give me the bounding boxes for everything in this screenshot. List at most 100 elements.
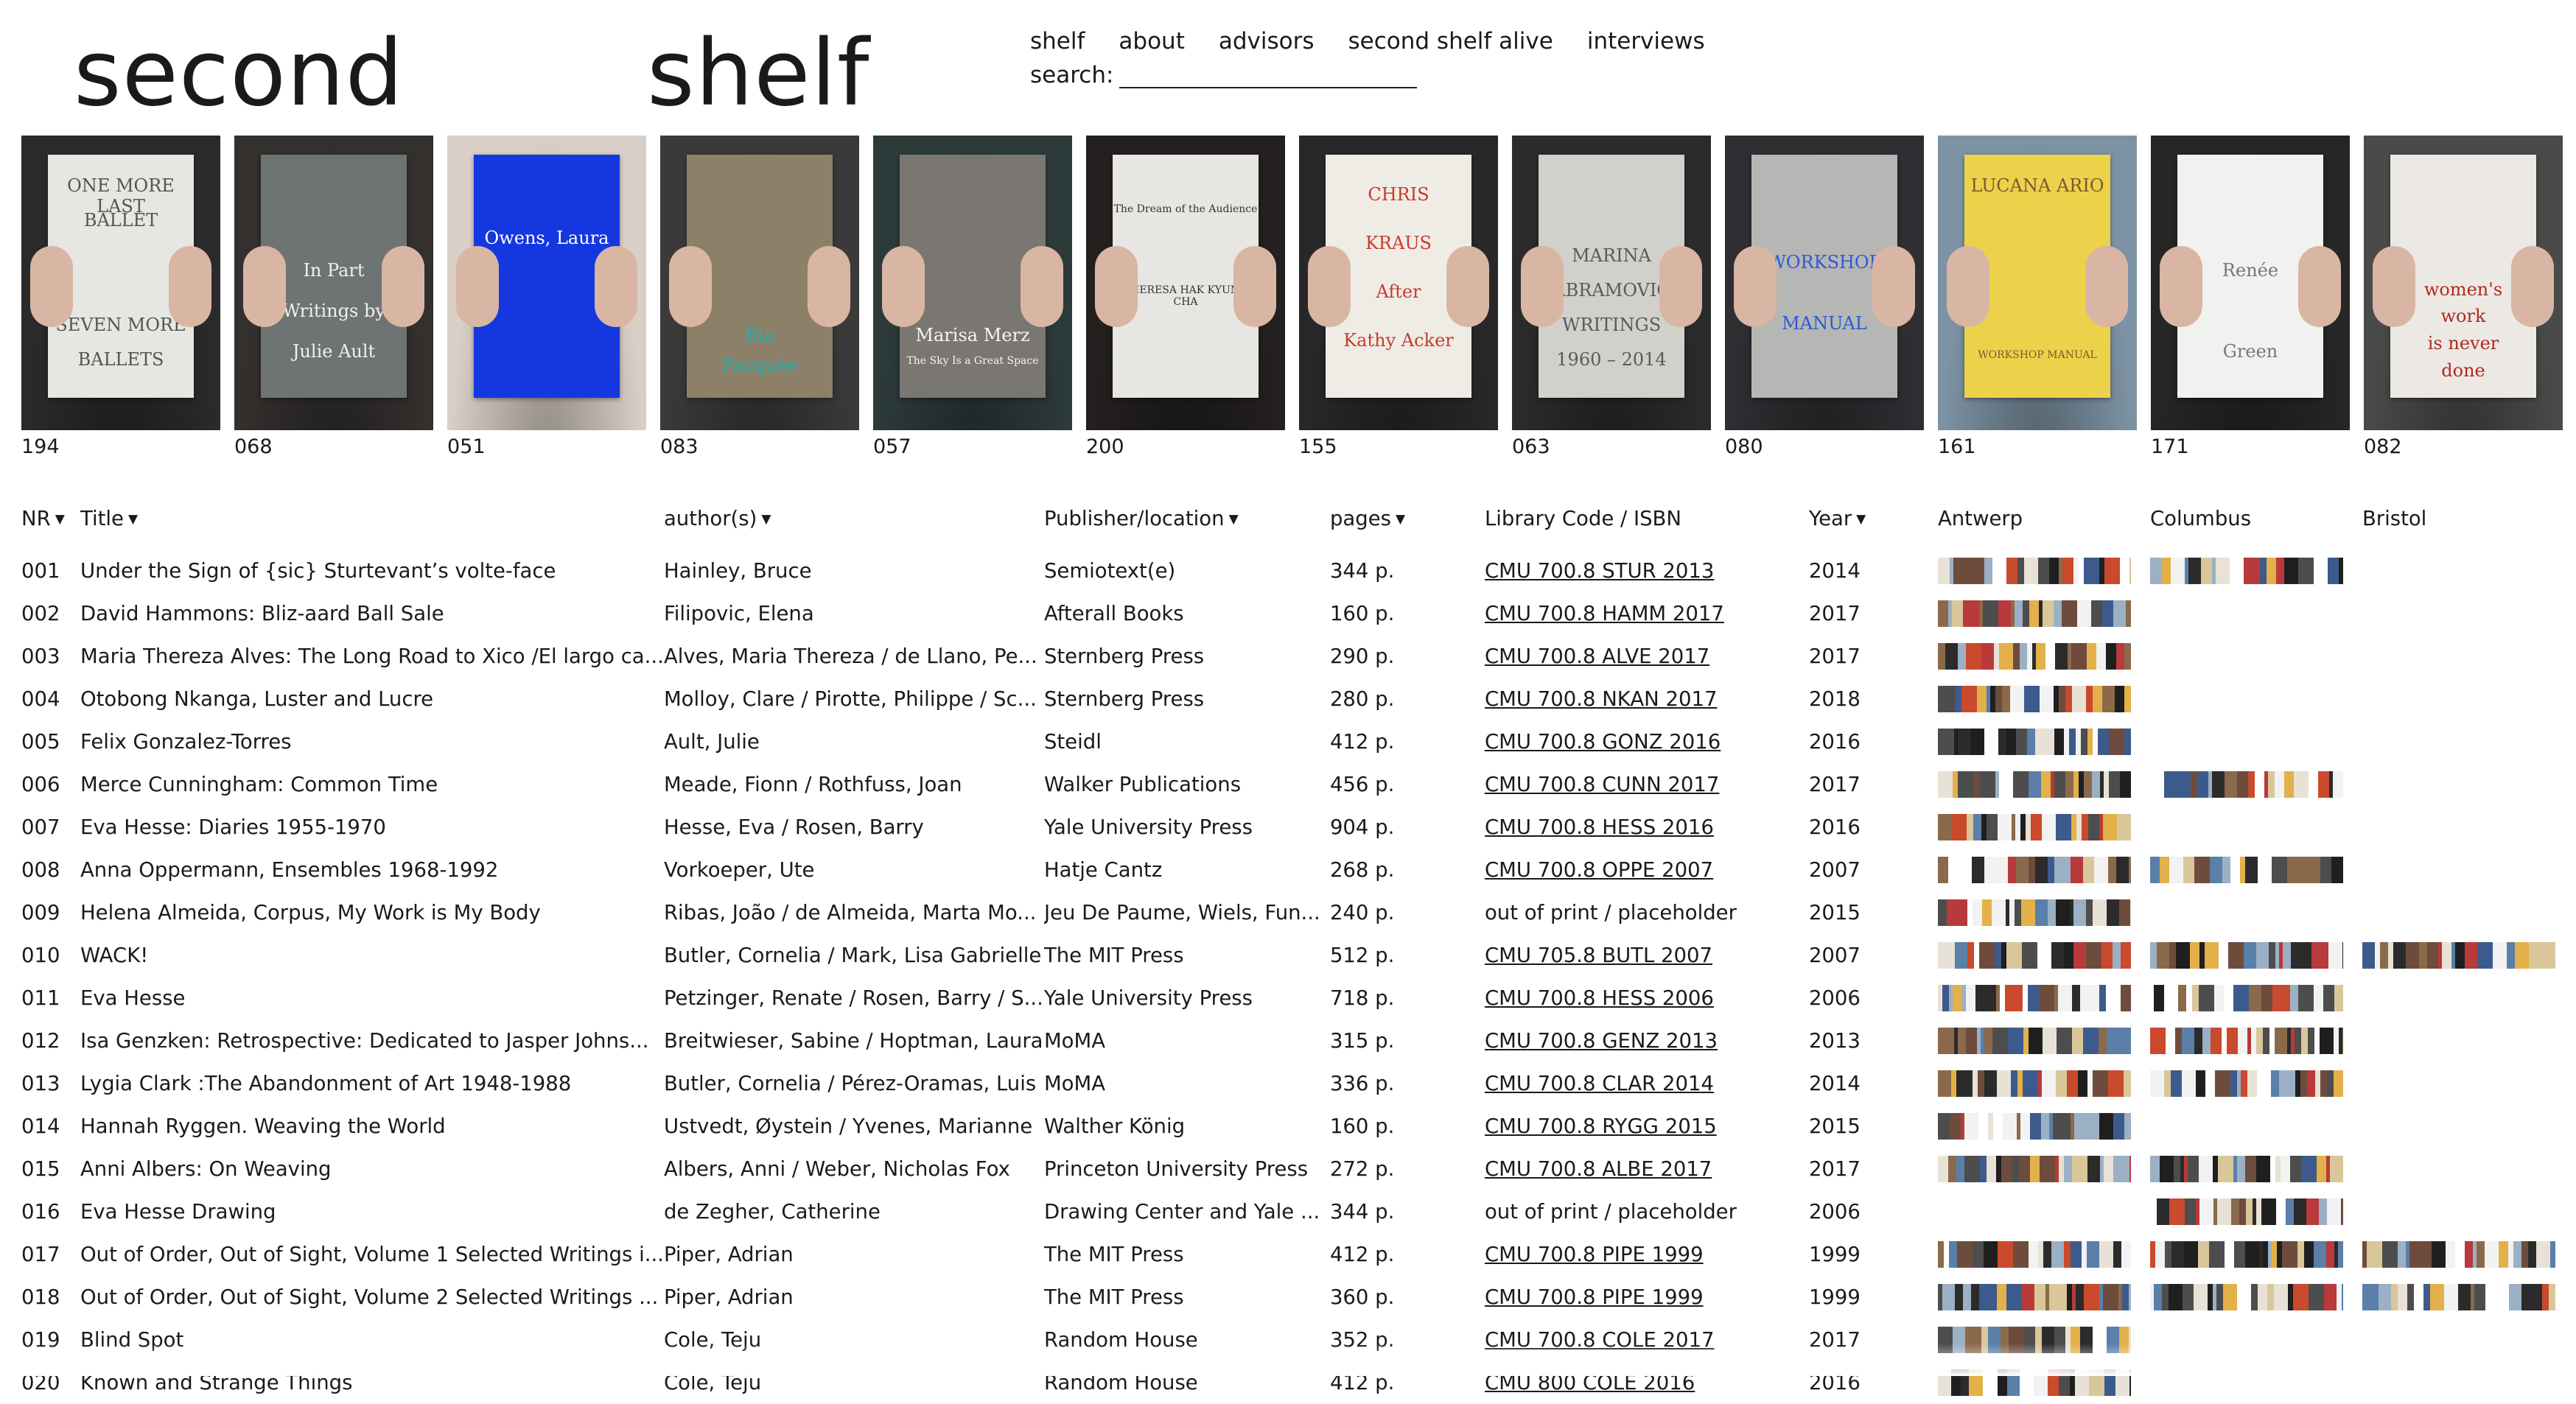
shelf-photo-antwerp[interactable] <box>1937 771 2131 798</box>
cell-title[interactable]: David Hammons: Bliz-aard Ball Sale <box>80 592 664 635</box>
shelf-photo-antwerp[interactable] <box>1937 643 2131 670</box>
cover-item[interactable]: CHRIS KRAUS After Kathy Acker 155 <box>1299 136 1498 459</box>
shelf-photo-columbus[interactable] <box>2149 1156 2343 1182</box>
cell-title[interactable]: Eva Hesse: Diaries 1955-1970 <box>80 806 664 849</box>
cell-title[interactable]: Helena Almeida, Corpus, My Work is My Bo… <box>80 891 664 934</box>
library-code-link[interactable]: CMU 700.8 HESS 2006 <box>1485 986 1714 1010</box>
table-row[interactable]: 010 WACK! Butler, Cornelia / Mark, Lisa Ga… <box>21 934 2561 977</box>
library-code-link[interactable]: CMU 700.8 CLAR 2014 <box>1485 1072 1714 1095</box>
shelf-photo-columbus[interactable] <box>2149 857 2343 883</box>
table-row[interactable]: 006 Merce Cunningham: Common Time Meade, F… <box>21 763 2561 806</box>
cover-photo[interactable]: CHRIS KRAUS After Kathy Acker <box>1299 136 1498 430</box>
shelf-photo-columbus[interactable] <box>2149 1241 2343 1268</box>
cover-item[interactable]: The Dream of the Audience THERESA HAK KYU… <box>1086 136 1285 459</box>
cell-title[interactable]: Anni Albers: On Weaving <box>80 1148 664 1190</box>
table-row[interactable]: 012 Isa Genzken: Retrospective: Dedicated… <box>21 1019 2561 1062</box>
shelf-photo-antwerp[interactable] <box>1937 1369 2131 1396</box>
col-header-library[interactable]: Library Code / ISBN <box>1485 498 1809 550</box>
col-header-title[interactable]: Title ▼ <box>80 498 664 550</box>
search-input[interactable] <box>1119 59 1418 88</box>
nav-advisors[interactable]: advisors <box>1219 28 1315 55</box>
shelf-photo-antwerp[interactable] <box>1937 729 2131 755</box>
shelf-photo-columbus[interactable] <box>2149 1284 2343 1310</box>
shelf-photo-antwerp[interactable] <box>1937 1284 2131 1310</box>
cover-item[interactable]: WORKSHOP MANUAL 080 <box>1725 136 1924 459</box>
table-row[interactable]: 013 Lygia Clark :The Abandonment of Art 1… <box>21 1062 2561 1105</box>
col-header-year[interactable]: Year ▼ <box>1809 498 1938 550</box>
shelf-photo-antwerp[interactable] <box>1937 985 2131 1011</box>
shelf-photo-antwerp[interactable] <box>1937 686 2131 712</box>
cell-title[interactable]: Anna Oppermann, Ensembles 1968-1992 <box>80 849 664 891</box>
cell-title[interactable]: Eva Hesse <box>80 977 664 1019</box>
shelf-photo-columbus[interactable] <box>2149 985 2343 1011</box>
cell-title[interactable]: Isa Genzken: Retrospective: Dedicated to… <box>80 1019 664 1062</box>
shelf-photo-antwerp[interactable] <box>1937 558 2131 584</box>
library-code-link[interactable]: CMU 700.8 OPPE 2007 <box>1485 858 1713 882</box>
cover-item[interactable]: ONE MORE LAST BALLET SEVEN MORE BALLETS 194 <box>21 136 220 459</box>
shelf-photo-bristol[interactable] <box>2362 1284 2555 1310</box>
cover-item[interactable]: Owens, Laura 051 <box>447 136 646 459</box>
cover-item[interactable]: In Part Writings by Julie Ault 068 <box>234 136 433 459</box>
table-row[interactable]: 004 Otobong Nkanga, Luster and Lucre Mollo… <box>21 678 2561 720</box>
cover-item[interactable]: MARINA ABRAMOVIĆ WRITINGS 1960 – 2014 063 <box>1512 136 1711 459</box>
cover-photo[interactable]: ONE MORE LAST BALLET SEVEN MORE BALLETS <box>21 136 220 430</box>
cover-photo[interactable]: WORKSHOP MANUAL <box>1725 136 1924 430</box>
cover-item[interactable]: Marisa Merz The Sky Is a Great Space 057 <box>873 136 1072 459</box>
shelf-photo-columbus[interactable] <box>2149 1028 2343 1054</box>
shelf-photo-columbus[interactable] <box>2149 771 2343 798</box>
table-row[interactable]: 001 Under the Sign of {sic} Sturtevant’s … <box>21 550 2561 592</box>
table-row[interactable]: 018 Out of Order, Out of Sight, Volume 2 … <box>21 1276 2561 1319</box>
cell-title[interactable]: Otobong Nkanga, Luster and Lucre <box>80 678 664 720</box>
col-header-author[interactable]: author(s) ▼ <box>664 498 1044 550</box>
table-row[interactable]: 016 Eva Hesse Drawing de Zegher, Catherine… <box>21 1190 2561 1233</box>
library-code-link[interactable]: CMU 700.8 PIPE 1999 <box>1485 1285 1704 1309</box>
cell-title[interactable]: Hannah Ryggen. Weaving the World <box>80 1105 664 1148</box>
library-code-link[interactable]: CMU 700.8 ALVE 2017 <box>1485 645 1709 668</box>
library-code-link[interactable]: CMU 700.8 HAMM 2017 <box>1485 602 1724 625</box>
table-row[interactable]: 003 Maria Thereza Alves: The Long Road to… <box>21 635 2561 678</box>
library-code-link[interactable]: CMU 700.8 RYGG 2015 <box>1485 1115 1717 1138</box>
table-row[interactable]: 011 Eva Hesse Petzinger, Renate / Rosen, B… <box>21 977 2561 1019</box>
cell-title[interactable]: Known and Strange Things <box>80 1361 664 1404</box>
shelf-photo-antwerp[interactable] <box>1937 1241 2131 1268</box>
cell-title[interactable]: Blind Spot <box>80 1319 664 1361</box>
library-code-link[interactable]: CMU 700.8 GONZ 2016 <box>1485 730 1721 754</box>
cover-photo[interactable]: MARINA ABRAMOVIĆ WRITINGS 1960 – 2014 <box>1512 136 1711 430</box>
table-row[interactable]: 020 Known and Strange Things Cole, Teju Ran… <box>21 1361 2561 1404</box>
cover-photo[interactable]: women's work is never done <box>2364 136 2563 430</box>
shelf-photo-antwerp[interactable] <box>1937 1070 2131 1097</box>
cover-item[interactable]: women's work is never done 082 <box>2364 136 2563 459</box>
library-code-link[interactable]: CMU 700.8 HESS 2016 <box>1485 815 1714 839</box>
shelf-photo-antwerp[interactable] <box>1937 899 2131 926</box>
cell-title[interactable]: Eva Hesse Drawing <box>80 1190 664 1233</box>
shelf-photo-columbus[interactable] <box>2149 1070 2343 1097</box>
col-header-nr[interactable]: NR ▼ <box>21 498 80 550</box>
cell-title[interactable]: Lygia Clark :The Abandonment of Art 1948… <box>80 1062 664 1105</box>
col-header-pages[interactable]: pages ▼ <box>1330 498 1485 550</box>
table-row[interactable]: 002 David Hammons: Bliz-aard Ball Sale Fil… <box>21 592 2561 635</box>
shelf-photo-antwerp[interactable] <box>1937 1113 2131 1140</box>
cover-photo[interactable]: In Part Writings by Julie Ault <box>234 136 433 430</box>
table-row[interactable]: 017 Out of Order, Out of Sight, Volume 1 … <box>21 1233 2561 1276</box>
shelf-photo-columbus[interactable] <box>2149 1198 2343 1225</box>
site-logo-second[interactable]: second <box>74 28 404 119</box>
shelf-photo-antwerp[interactable] <box>1937 1327 2131 1353</box>
shelf-photo-columbus[interactable] <box>2149 942 2343 969</box>
library-code-link[interactable]: CMU 700.8 COLE 2017 <box>1485 1328 1715 1352</box>
library-code-link[interactable]: CMU 700.8 STUR 2013 <box>1485 559 1714 583</box>
nav-second-shelf-alive[interactable]: second shelf alive <box>1348 28 1553 55</box>
shelf-photo-antwerp[interactable] <box>1937 814 2131 840</box>
library-code-link[interactable]: CMU 700.8 GENZ 2013 <box>1485 1029 1718 1053</box>
cover-photo[interactable]: Owens, Laura <box>447 136 646 430</box>
table-row[interactable]: 008 Anna Oppermann, Ensembles 1968-1992 Vo… <box>21 849 2561 891</box>
shelf-photo-antwerp[interactable] <box>1937 942 2131 969</box>
library-code-link[interactable]: CMU 700.8 PIPE 1999 <box>1485 1243 1704 1266</box>
site-logo-shelf[interactable]: shelf <box>647 28 870 119</box>
shelf-photo-antwerp[interactable] <box>1937 857 2131 883</box>
cell-title[interactable]: Under the Sign of {sic} Sturtevant’s vol… <box>80 550 664 592</box>
library-code-link[interactable]: CMU 700.8 ALBE 2017 <box>1485 1157 1712 1181</box>
nav-about[interactable]: about <box>1119 28 1184 55</box>
library-code-link[interactable]: CMU 800 COLE 2016 <box>1485 1371 1695 1394</box>
cover-photo[interactable]: Renée Green <box>2151 136 2350 430</box>
cover-photo[interactable]: Marisa Merz The Sky Is a Great Space <box>873 136 1072 430</box>
